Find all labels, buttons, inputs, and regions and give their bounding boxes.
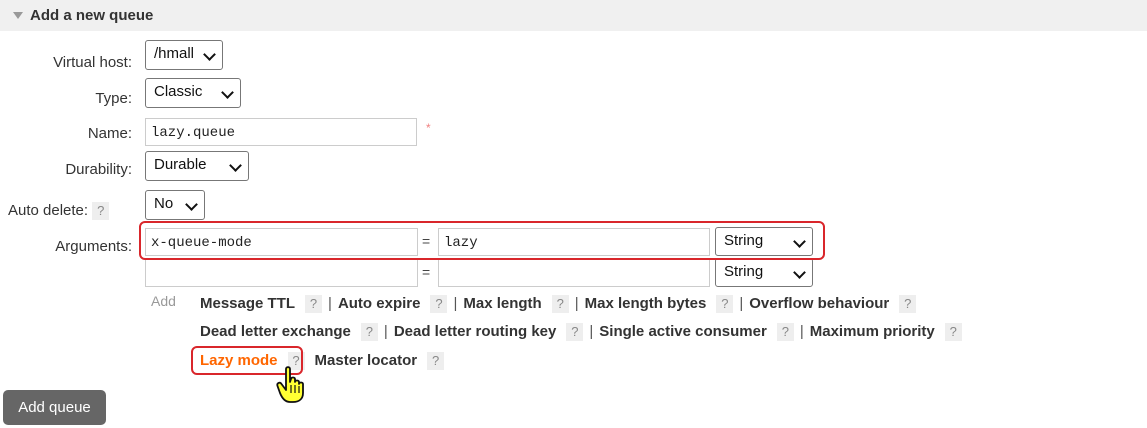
argument-value-input[interactable] xyxy=(438,259,710,287)
name-label: Name: xyxy=(87,125,132,142)
shortcut-max-length-bytes[interactable]: Max length bytes xyxy=(585,295,707,312)
help-icon[interactable]: ? xyxy=(944,323,962,341)
help-icon[interactable]: ? xyxy=(716,295,734,313)
hand-pointer-cursor-icon xyxy=(276,366,304,403)
help-icon[interactable]: ? xyxy=(776,323,794,341)
help-icon[interactable]: ? xyxy=(899,295,917,313)
shortcut-line-2: Dead letter exchange? | Dead letter routin… xyxy=(200,323,962,341)
argument-key-input[interactable] xyxy=(145,259,418,287)
shortcut-dead-letter-exchange[interactable]: Dead letter exchange xyxy=(200,323,351,340)
chevron-down-icon xyxy=(221,86,234,99)
separator: | xyxy=(574,295,579,312)
virtual-host-value: /hmall xyxy=(154,45,195,62)
separator: | xyxy=(453,295,458,312)
auto-delete-label-text: Auto delete: xyxy=(8,202,89,219)
help-icon[interactable]: ? xyxy=(551,295,569,313)
section-header-add-queue[interactable]: Add a new queue xyxy=(0,0,1147,31)
virtual-host-label: Virtual host: xyxy=(53,54,132,71)
help-icon[interactable]: ? xyxy=(427,352,445,370)
chevron-down-icon xyxy=(793,266,806,279)
shortcut-overflow-behaviour[interactable]: Overflow behaviour xyxy=(749,295,889,312)
chevron-down-icon xyxy=(185,198,198,211)
type-select[interactable]: Classic xyxy=(145,78,241,108)
durability-value: Durable xyxy=(154,156,207,173)
chevron-down-icon xyxy=(229,159,242,172)
help-icon[interactable]: ? xyxy=(360,323,378,341)
argument-equals: = xyxy=(422,264,431,280)
required-asterisk: * xyxy=(426,121,431,135)
shortcut-single-active-consumer[interactable]: Single active consumer xyxy=(599,323,767,340)
help-icon[interactable]: ? xyxy=(305,295,323,313)
separator: | xyxy=(589,323,594,340)
shortcut-max-length[interactable]: Max length xyxy=(463,295,541,312)
arguments-label: Arguments: xyxy=(55,238,132,255)
durability-label: Durability: xyxy=(65,161,132,178)
shortcut-master-locator[interactable]: Master locator xyxy=(315,352,418,369)
shortcut-dead-letter-routing-key[interactable]: Dead letter routing key xyxy=(394,323,557,340)
type-label: Type: xyxy=(95,90,132,107)
argument-type-select[interactable]: String xyxy=(715,258,813,287)
section-title: Add a new queue xyxy=(30,7,154,24)
auto-delete-value: No xyxy=(154,195,174,212)
collapse-triangle-icon[interactable] xyxy=(13,12,23,19)
type-value: Classic xyxy=(154,83,203,100)
virtual-host-select[interactable]: /hmall xyxy=(145,40,223,70)
durability-select[interactable]: Durable xyxy=(145,151,249,181)
argument-type-value: String xyxy=(724,263,764,280)
help-icon[interactable]: ? xyxy=(430,295,448,313)
auto-delete-help-icon[interactable]: ? xyxy=(92,202,110,220)
separator: | xyxy=(383,323,388,340)
shortcut-maximum-priority[interactable]: Maximum priority xyxy=(810,323,935,340)
help-icon[interactable]: ? xyxy=(566,323,584,341)
highlight-box-argument-row xyxy=(139,221,825,260)
separator: | xyxy=(739,295,744,312)
add-queue-button[interactable]: Add queue xyxy=(3,390,106,425)
shortcut-line-1: Message TTL? | Auto expire? | Max length? | Ma… xyxy=(200,295,917,313)
shortcut-message-ttl[interactable]: Message TTL xyxy=(200,295,295,312)
separator: | xyxy=(799,323,804,340)
chevron-down-icon xyxy=(203,48,216,61)
separator: | xyxy=(328,295,332,312)
name-input[interactable]: lazy.queue xyxy=(145,118,417,146)
auto-delete-label: Auto delete: ? xyxy=(8,202,110,220)
add-label: Add xyxy=(151,293,176,309)
shortcut-auto-expire[interactable]: Auto expire xyxy=(338,295,421,312)
auto-delete-select[interactable]: No xyxy=(145,190,205,220)
